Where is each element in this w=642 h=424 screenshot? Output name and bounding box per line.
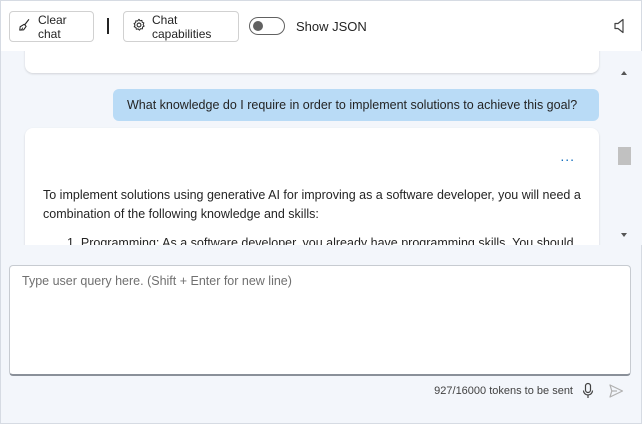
gear-icon bbox=[132, 18, 146, 35]
chat-playground-panel: Clear chat Chat capabilities Show JSON W… bbox=[0, 0, 642, 424]
chat-history[interactable]: What knowledge do I require in order to … bbox=[1, 51, 631, 245]
user-query-input[interactable] bbox=[10, 266, 630, 374]
chat-scrollbar[interactable] bbox=[618, 51, 642, 245]
toolbar: Clear chat Chat capabilities Show JSON bbox=[1, 1, 641, 51]
user-message: What knowledge do I require in order to … bbox=[113, 89, 599, 121]
scroll-down-arrow-icon[interactable] bbox=[621, 233, 627, 237]
assistant-message: ... To implement solutions using generat… bbox=[25, 128, 599, 245]
assistant-list-item: 1. Programming: As a software developer,… bbox=[67, 236, 574, 245]
chat-capabilities-label: Chat capabilities bbox=[152, 12, 212, 41]
show-json-label: Show JSON bbox=[296, 19, 367, 34]
broom-icon bbox=[18, 18, 32, 35]
user-query-box bbox=[9, 265, 631, 376]
microphone-icon[interactable] bbox=[581, 382, 595, 400]
scrollbar-thumb[interactable] bbox=[618, 147, 631, 165]
clear-chat-label: Clear chat bbox=[38, 12, 67, 41]
previous-assistant-message bbox=[25, 51, 599, 73]
assistant-paragraph: To implement solutions using generative … bbox=[43, 188, 581, 221]
scroll-up-arrow-icon[interactable] bbox=[621, 71, 627, 75]
toggle-knob bbox=[253, 21, 263, 31]
input-footer: 927/16000 tokens to be sent bbox=[1, 382, 641, 402]
token-count: 927/16000 tokens to be sent bbox=[434, 385, 573, 397]
clear-chat-button[interactable]: Clear chat bbox=[9, 11, 94, 42]
speaker-icon[interactable] bbox=[612, 17, 628, 35]
show-json-toggle[interactable] bbox=[249, 17, 285, 35]
toolbar-divider bbox=[107, 18, 109, 34]
send-icon[interactable] bbox=[608, 383, 624, 399]
chat-capabilities-button[interactable]: Chat capabilities bbox=[123, 11, 239, 42]
more-options-icon[interactable]: ... bbox=[560, 148, 575, 164]
